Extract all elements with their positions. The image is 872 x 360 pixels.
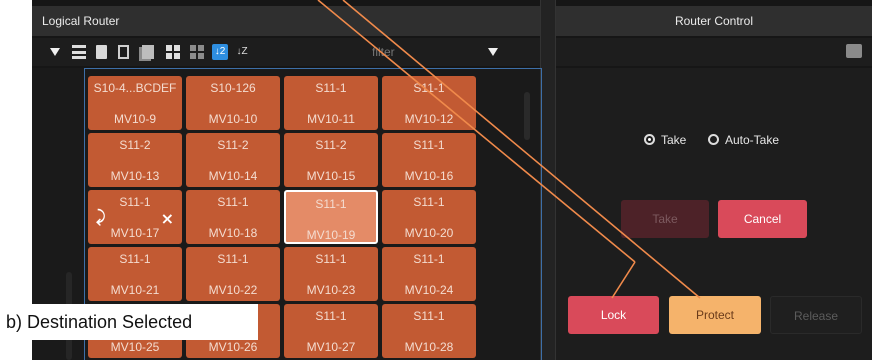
router-control-toolbar: [556, 38, 872, 66]
tile-destination-label: MV10-15: [306, 169, 356, 183]
panel-splitter[interactable]: [540, 0, 556, 360]
cancel-button[interactable]: Cancel: [718, 200, 807, 238]
tile-destination-label: MV10-23: [306, 283, 356, 297]
radio-selected-icon: [644, 134, 655, 145]
tieline-icon: ⤸: [96, 209, 106, 226]
destination-tile[interactable]: S10-4...BCDEF MV10-9: [88, 76, 182, 130]
tile-destination-label: MV10-14: [208, 169, 258, 183]
tile-source-label: S11-1: [315, 309, 347, 323]
tile-destination-label: MV10-22: [208, 283, 258, 297]
auto-take-radio-label: Auto-Take: [725, 133, 780, 147]
destination-tile[interactable]: S11-2 MV10-15: [284, 133, 378, 187]
tile-source-label: S11-1: [119, 252, 151, 266]
destination-tile[interactable]: S11-1 MV10-28: [382, 304, 476, 358]
grid-view-icon[interactable]: [166, 45, 180, 59]
tile-destination-label: MV10-9: [113, 112, 157, 126]
release-button[interactable]: Release: [770, 296, 862, 334]
tile-source-label: S11-1: [413, 309, 445, 323]
destination-tile[interactable]: S11-1 MV10-23: [284, 247, 378, 301]
logical-router-header: Logical Router: [32, 6, 540, 36]
tile-destination-label: MV10-19: [306, 228, 356, 242]
crosspoint-icon: ⨯: [160, 211, 174, 228]
tile-source-label: S10-126: [210, 81, 256, 95]
tile-source-label: S11-1: [413, 138, 445, 152]
tile-destination-label: MV10-13: [110, 169, 160, 183]
document-outline-icon[interactable]: [118, 45, 129, 59]
destination-tile[interactable]: S11-1 MV10-16: [382, 133, 476, 187]
take-button[interactable]: Take: [621, 200, 709, 238]
tile-destination-label: MV10-18: [208, 226, 258, 240]
router-control-title: Router Control: [674, 14, 754, 28]
radio-unselected-icon: [708, 134, 719, 145]
tile-source-label: S11-1: [413, 81, 445, 95]
protect-button[interactable]: Protect: [669, 296, 761, 334]
tile-source-label: S10-4...BCDEF: [93, 81, 177, 95]
destination-tile[interactable]: S11-1 MV10-24: [382, 247, 476, 301]
take-radio-label: Take: [661, 133, 687, 147]
grid-scrollbar[interactable]: [524, 92, 530, 140]
tile-source-label: S11-1: [315, 197, 347, 211]
take-radio[interactable]: Take: [644, 133, 686, 147]
destination-tile[interactable]: S11-2 MV10-13: [88, 133, 182, 187]
destination-tile[interactable]: S11-1 MV10-20: [382, 190, 476, 244]
tile-destination-label: MV10-11: [307, 112, 355, 126]
tile-source-label: S11-1: [315, 81, 347, 95]
filter-funnel-icon[interactable]: [488, 48, 498, 56]
destination-tile[interactable]: S11-1 MV10-11: [284, 76, 378, 130]
tile-destination-label: MV10-16: [404, 169, 454, 183]
tile-source-label: S11-2: [217, 138, 249, 152]
destination-tile[interactable]: S11-1 MV10-27: [284, 304, 378, 358]
destination-tile[interactable]: S11-2 MV10-14: [186, 133, 280, 187]
tile-destination-label: MV10-26: [208, 340, 258, 354]
tile-destination-label: MV10-10: [208, 112, 258, 126]
destination-tile[interactable]: S10-126 MV10-10: [186, 76, 280, 130]
documents-icon[interactable]: [142, 45, 154, 59]
router-icon[interactable]: [846, 44, 862, 58]
document-icon[interactable]: [96, 45, 107, 59]
tile-destination-label: MV10-24: [404, 283, 454, 297]
tile-source-label: S11-1: [413, 195, 445, 209]
tile-source-label: S11-2: [119, 138, 151, 152]
annotation-caption: b) Destination Selected: [0, 304, 258, 340]
tile-source-label: S11-2: [315, 138, 347, 152]
destination-tile[interactable]: S11-1 MV10-18: [186, 190, 280, 244]
logical-router-title: Logical Router: [42, 14, 120, 28]
destination-tile[interactable]: S11-1 MV10-17 ⤸ ⨯: [88, 190, 182, 244]
tile-destination-label: MV10-21: [110, 283, 160, 297]
grid-outline-icon[interactable]: [190, 45, 204, 59]
funnel-icon[interactable]: [50, 48, 60, 56]
tile-source-label: S11-1: [315, 252, 347, 266]
tile-source-label: S11-1: [217, 252, 249, 266]
destination-tile[interactable]: S11-1 MV10-22: [186, 247, 280, 301]
sort-descending-icon[interactable]: ↓Z: [234, 44, 250, 60]
auto-take-radio[interactable]: Auto-Take: [708, 133, 779, 147]
filter-input[interactable]: [372, 42, 472, 62]
tile-source-label: S11-1: [413, 252, 445, 266]
tile-destination-label: MV10-20: [404, 226, 454, 240]
tile-source-label: S11-1: [119, 195, 151, 209]
tile-source-label: S11-1: [217, 195, 249, 209]
list-view-icon[interactable]: [72, 45, 86, 59]
tile-destination-label: MV10-12: [404, 112, 454, 126]
tile-destination-label: MV10-28: [404, 340, 454, 354]
destination-tile[interactable]: S11-1 MV10-12: [382, 76, 476, 130]
tile-destination-label: MV10-25: [110, 340, 160, 354]
tile-destination-label: MV10-27: [306, 340, 356, 354]
destination-tile[interactable]: S11-1 MV10-21: [88, 247, 182, 301]
router-control-header: Router Control: [556, 6, 872, 36]
destination-tile-selected[interactable]: S11-1 MV10-19: [284, 190, 378, 244]
sort-ascending-icon[interactable]: ↓2: [212, 44, 228, 60]
lock-button[interactable]: Lock: [568, 296, 659, 334]
